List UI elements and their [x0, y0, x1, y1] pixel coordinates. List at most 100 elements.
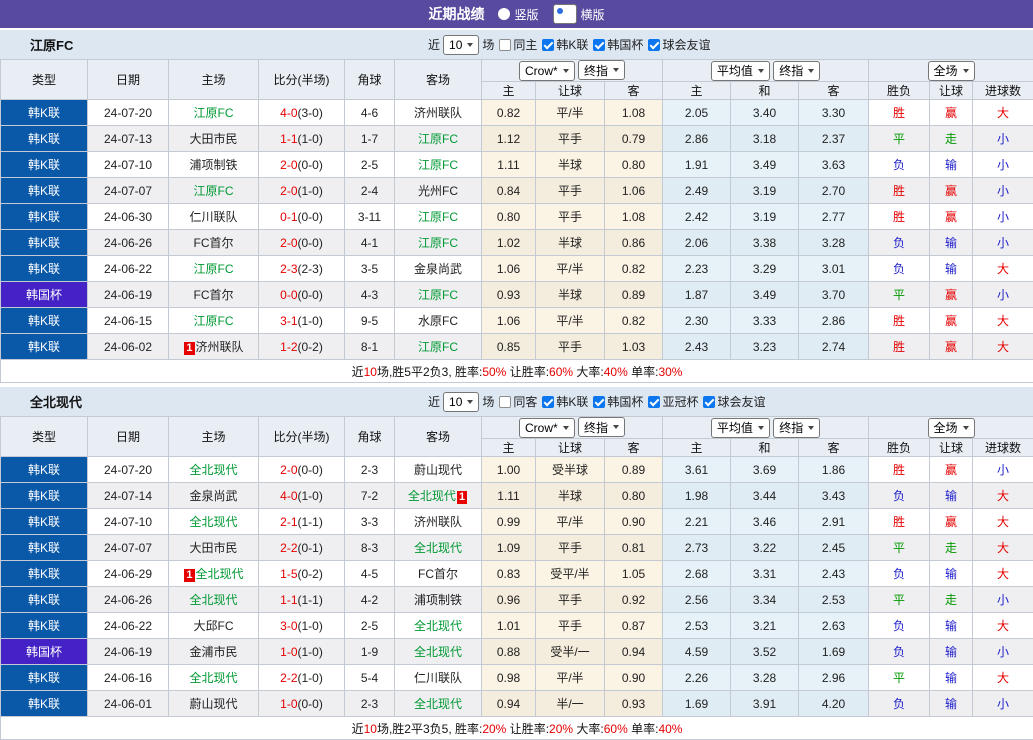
score-cell: 0-1(0-0)	[259, 204, 345, 230]
home-team-name: FC首尔	[194, 288, 234, 302]
goals-result-cell: 大	[973, 256, 1033, 282]
layout-radio-horizontal[interactable]: 横版	[553, 4, 605, 24]
summary-value: 20%	[482, 722, 506, 736]
score-cell: 2-2(0-1)	[259, 535, 345, 561]
results-table-1: 类型日期主场比分(半场)角球客场Crow* 终指平均值 终指全场主让球客主和客胜…	[0, 416, 1033, 740]
score-cell: 2-0(0-0)	[259, 457, 345, 483]
avg-away-cell: 3.43	[799, 483, 869, 509]
avg-draw-cell: 3.21	[731, 613, 799, 639]
goals-result-cell: 小	[973, 587, 1033, 613]
avg-time-select[interactable]: 终指	[773, 61, 820, 81]
avg-home-cell: 2.73	[663, 535, 731, 561]
half-score: (1-0)	[298, 489, 323, 503]
sub-col-header: 进球数	[973, 82, 1033, 100]
home-team-cell: 蔚山现代	[169, 691, 259, 717]
avg-draw-cell: 3.19	[731, 204, 799, 230]
red-card-badge: 1	[184, 569, 194, 582]
match-row: 韩K联24-07-07江原FC2-0(1-0)2-4光州FC0.84平手1.06…	[1, 178, 1033, 204]
odds-home-cell: 1.00	[482, 457, 536, 483]
match-row: 韩K联24-07-20全北现代2-0(0-0)2-3蔚山现代1.00受半球0.8…	[1, 457, 1033, 483]
home-team-cell: 金泉尚武	[169, 483, 259, 509]
odds-away-cell: 0.82	[605, 256, 663, 282]
summary-label: 近	[352, 365, 364, 379]
date-cell: 24-07-07	[88, 535, 169, 561]
away-team-cell: 全北现代1	[395, 483, 482, 509]
odds-company-select[interactable]: Crow*	[519, 61, 575, 81]
avg-select-value: 平均值	[717, 419, 753, 436]
scope-select[interactable]: 全场	[928, 418, 975, 438]
home-team-cell: 浦项制铁	[169, 152, 259, 178]
league-checkbox-0[interactable]: 韩K联	[542, 393, 588, 410]
odds-handicap-cell: 受平/半	[536, 561, 605, 587]
table-body: 韩K联24-07-20全北现代2-0(0-0)2-3蔚山现代1.00受半球0.8…	[1, 457, 1033, 740]
avg-away-cell: 2.45	[799, 535, 869, 561]
type-cell: 韩K联	[1, 256, 88, 282]
goals-result-cell: 大	[973, 665, 1033, 691]
date-cell: 24-06-22	[88, 613, 169, 639]
odds-time-select[interactable]: 终指	[578, 60, 625, 80]
league-checkbox-2[interactable]: 亚冠杯	[648, 393, 698, 410]
avg-group-header: 平均值 终指	[663, 60, 869, 82]
summary-value: 10	[364, 722, 377, 736]
home-team-name: 江原FC	[194, 184, 234, 198]
league-checkbox-1[interactable]: 韩国杯	[593, 393, 643, 410]
away-team-name: 浦项制铁	[414, 593, 462, 607]
corner-cell: 2-3	[345, 457, 395, 483]
half-score: (2-3)	[298, 262, 323, 276]
avg-draw-cell: 3.19	[731, 178, 799, 204]
type-cell: 韩K联	[1, 483, 88, 509]
match-count-select[interactable]: 10	[443, 392, 479, 412]
away-team-cell: 济州联队	[395, 509, 482, 535]
away-team-cell: 江原FC	[395, 282, 482, 308]
odds-time-select-value: 终指	[584, 419, 608, 436]
avg-home-cell: 2.43	[663, 334, 731, 360]
odds-home-cell: 1.06	[482, 256, 536, 282]
match-count-select[interactable]: 10	[443, 35, 479, 55]
odds-company-select[interactable]: Crow*	[519, 418, 575, 438]
same-venue-checkbox-label: 同客	[513, 393, 537, 410]
away-team-name: 全北现代	[414, 619, 462, 633]
avg-select[interactable]: 平均值	[711, 61, 770, 81]
col-header: 比分(半场)	[259, 60, 345, 100]
sub-col-header: 客	[605, 82, 663, 100]
date-cell: 24-06-29	[88, 561, 169, 587]
goals-result-cell: 小	[973, 152, 1033, 178]
avg-time-select[interactable]: 终指	[773, 418, 820, 438]
handicap-result-cell: 走	[930, 126, 973, 152]
home-team-name: 全北现代	[189, 671, 237, 685]
home-team-cell: FC首尔	[169, 282, 259, 308]
match-row: 韩K联24-06-291全北现代1-5(0-2)4-5FC首尔0.83受平/半1…	[1, 561, 1033, 587]
team-name: 江原FC	[30, 35, 73, 54]
same-venue-checkbox[interactable]: 同主	[499, 36, 537, 53]
result-cell: 负	[869, 483, 930, 509]
date-cell: 24-06-02	[88, 334, 169, 360]
odds-away-cell: 0.81	[605, 535, 663, 561]
home-team-cell: 1全北现代	[169, 561, 259, 587]
avg-select[interactable]: 平均值	[711, 418, 770, 438]
scope-select[interactable]: 全场	[928, 61, 975, 81]
full-score: 1-0	[280, 697, 297, 711]
type-cell: 韩K联	[1, 204, 88, 230]
goals-result-cell: 大	[973, 509, 1033, 535]
handicap-result-cell: 输	[930, 152, 973, 178]
league-checkbox-0[interactable]: 韩K联	[542, 36, 588, 53]
result-cell: 平	[869, 665, 930, 691]
league-checkbox-1[interactable]: 韩国杯	[593, 36, 643, 53]
checkbox-icon	[648, 396, 660, 408]
full-score: 1-1	[280, 132, 297, 146]
league-checkbox-3[interactable]: 球会友谊	[703, 393, 765, 410]
summary-value: 40%	[658, 722, 682, 736]
same-venue-checkbox[interactable]: 同客	[499, 393, 537, 410]
layout-radio-vertical[interactable]: 竖版	[498, 4, 538, 24]
full-score: 2-2	[280, 541, 297, 555]
home-team-name: 全北现代	[189, 515, 237, 529]
match-row: 韩K联24-07-07大田市民2-2(0-1)8-3全北现代1.09平手0.81…	[1, 535, 1033, 561]
type-cell: 韩国杯	[1, 282, 88, 308]
avg-group-header: 平均值 终指	[663, 417, 869, 439]
odds-time-select[interactable]: 终指	[578, 417, 625, 437]
league-checkbox-2[interactable]: 球会友谊	[648, 36, 710, 53]
league-checkbox-2-label: 球会友谊	[662, 36, 710, 53]
full-score: 3-1	[280, 314, 297, 328]
handicap-result-cell: 输	[930, 691, 973, 717]
match-row: 韩国杯24-06-19金浦市民1-0(1-0)1-9全北现代0.88受半/一0.…	[1, 639, 1033, 665]
